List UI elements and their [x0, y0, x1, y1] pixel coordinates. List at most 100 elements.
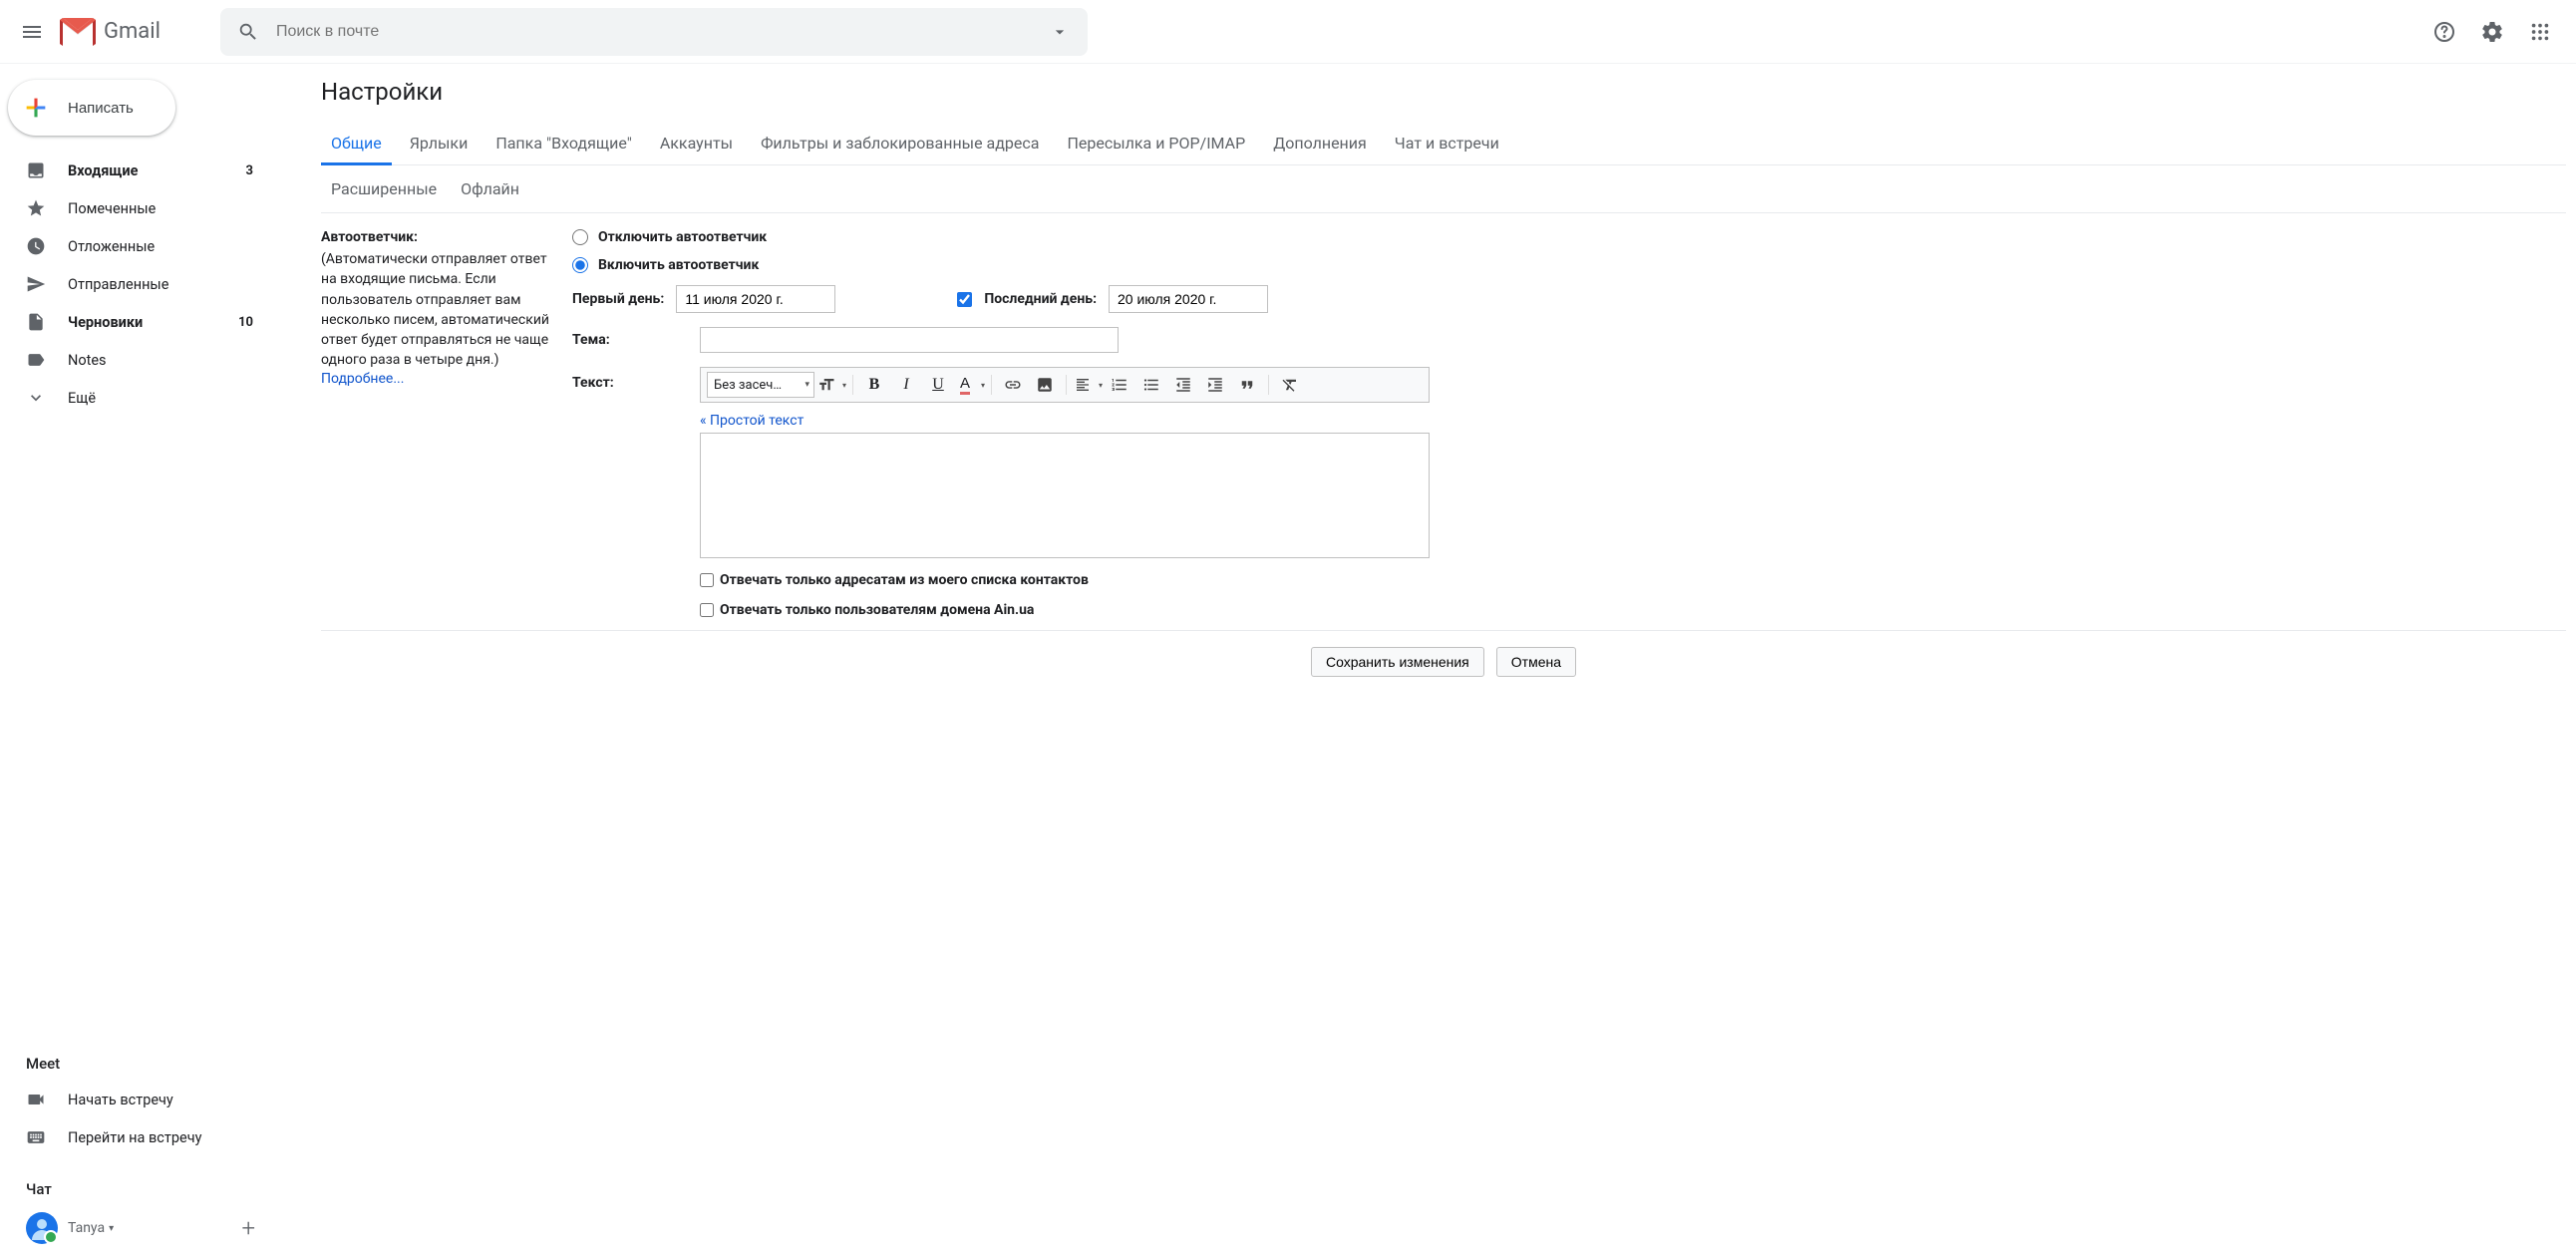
nav-label: Черновики — [68, 314, 143, 331]
sidebar-item-starred[interactable]: Помеченные — [0, 189, 279, 227]
apps-button[interactable] — [2520, 12, 2560, 52]
sidebar-item-drafts[interactable]: Черновики 10 — [0, 303, 279, 341]
font-select[interactable]: Без засеч… — [707, 372, 814, 398]
chat-dropdown-icon[interactable]: ▾ — [109, 1223, 114, 1234]
editor-col: Без засеч… B I U A — [700, 367, 1430, 558]
last-day-label: Последний день: — [984, 291, 1097, 307]
nav-list: Входящие 3 Помеченные Отложенные Отправл… — [0, 152, 295, 417]
tab-inbox[interactable]: Папка "Входящие" — [485, 124, 642, 164]
compose-button[interactable]: Написать — [8, 80, 175, 136]
radio-on[interactable] — [572, 257, 588, 273]
nav-label: Помеченные — [68, 200, 156, 217]
search-button[interactable] — [228, 12, 268, 52]
tab-addons[interactable]: Дополнения — [1263, 124, 1377, 164]
numbered-list-button[interactable] — [1105, 371, 1134, 399]
editor-textarea[interactable] — [700, 433, 1430, 558]
radio-on-row: Включить автоответчик — [572, 257, 2566, 273]
meet-start[interactable]: Начать встречу — [0, 1081, 279, 1118]
search-options-button[interactable] — [1040, 12, 1080, 52]
tab-offline[interactable]: Офлайн — [461, 179, 519, 198]
tab-labels[interactable]: Ярлыки — [400, 124, 479, 164]
domain-only-row: Отвечать только пользователям домена Ain… — [700, 602, 2566, 618]
plain-text-link[interactable]: « Простой текст — [700, 413, 804, 429]
plus-icon — [22, 94, 50, 122]
help-button[interactable] — [2424, 12, 2464, 52]
cancel-button[interactable]: Отмена — [1496, 647, 1576, 677]
compose-label: Написать — [68, 100, 134, 117]
bullet-list-icon — [1142, 376, 1160, 394]
caret-down-icon — [1050, 22, 1070, 42]
contacts-only-label: Отвечать только адресатам из моего списк… — [720, 572, 1089, 588]
image-icon — [1036, 376, 1054, 394]
hamburger-icon — [20, 20, 44, 44]
menu-button[interactable] — [8, 8, 56, 56]
radio-off-row: Отключить автоответчик — [572, 229, 2566, 245]
chat-add-button[interactable]: + — [241, 1214, 255, 1242]
app-name: Gmail — [104, 19, 161, 44]
sidebar-item-inbox[interactable]: Входящие 3 — [0, 152, 279, 189]
radio-off[interactable] — [572, 229, 588, 245]
sidebar-item-snoozed[interactable]: Отложенные — [0, 227, 279, 265]
indent-less-icon — [1174, 376, 1192, 394]
radio-on-label: Включить автоответчик — [598, 257, 759, 273]
first-day-label: Первый день: — [572, 291, 664, 307]
font-size-button[interactable] — [816, 371, 846, 399]
subject-input[interactable] — [700, 327, 1119, 353]
clock-icon — [26, 236, 46, 256]
text-row: Текст: Без засеч… B I U A — [572, 367, 2566, 558]
image-button[interactable] — [1030, 371, 1060, 399]
quote-icon — [1238, 376, 1256, 394]
indent-more-button[interactable] — [1200, 371, 1230, 399]
tab-chat[interactable]: Чат и встречи — [1385, 124, 1509, 164]
header-actions — [2424, 12, 2568, 52]
tab-filters[interactable]: Фильтры и заблокированные адреса — [751, 124, 1049, 164]
link-button[interactable] — [998, 371, 1028, 399]
italic-button[interactable]: I — [891, 371, 921, 399]
sidebar-item-sent[interactable]: Отправленные — [0, 265, 279, 303]
nav-label: Перейти на встречу — [68, 1129, 201, 1146]
page-title: Настройки — [321, 78, 2566, 106]
tab-accounts[interactable]: Аккаунты — [650, 124, 743, 164]
autoresponder-title: Автоответчик: — [321, 229, 560, 245]
keyboard-icon — [26, 1127, 46, 1147]
logo[interactable]: Gmail — [60, 18, 161, 46]
save-button[interactable]: Сохранить изменения — [1311, 647, 1484, 677]
settings-tabs-row2: Расширенные Офлайн — [321, 165, 2566, 213]
clear-format-button[interactable] — [1275, 371, 1305, 399]
learn-more-link[interactable]: Подробнее... — [321, 371, 404, 387]
align-button[interactable] — [1073, 371, 1103, 399]
chat-user-name: Tanya — [68, 1220, 105, 1236]
align-icon — [1075, 377, 1091, 393]
last-day-input[interactable] — [1109, 285, 1268, 313]
setting-content-col: Отключить автоответчик Включить автоотве… — [572, 229, 2566, 618]
bold-button[interactable]: B — [859, 371, 889, 399]
chat-section: Чат Tanya ▾ + — [0, 1164, 295, 1258]
tab-advanced[interactable]: Расширенные — [331, 179, 437, 198]
nav-label: Отложенные — [68, 238, 155, 255]
tab-general[interactable]: Общие — [321, 124, 392, 165]
settings-button[interactable] — [2472, 12, 2512, 52]
meet-section: Meet Начать встречу Перейти на встречу — [0, 1039, 295, 1164]
date-row: Первый день: Последний день: — [572, 285, 2566, 313]
nav-label: Ещё — [68, 390, 96, 407]
chat-user-row[interactable]: Tanya ▾ + — [0, 1206, 295, 1250]
text-color-button[interactable]: A — [955, 371, 985, 399]
subject-row: Тема: — [572, 327, 2566, 353]
indent-less-button[interactable] — [1168, 371, 1198, 399]
first-day-input[interactable] — [676, 285, 835, 313]
tab-forwarding[interactable]: Пересылка и POP/IMAP — [1057, 124, 1255, 164]
quote-button[interactable] — [1232, 371, 1262, 399]
search-input[interactable] — [268, 23, 1040, 41]
sidebar-item-more[interactable]: Ещё — [0, 379, 279, 417]
sidebar-item-notes[interactable]: Notes — [0, 341, 279, 379]
domain-only-checkbox[interactable] — [700, 603, 714, 617]
gear-icon — [2480, 20, 2504, 44]
last-day-checkbox[interactable] — [957, 292, 972, 307]
search-icon — [237, 21, 259, 43]
underline-button[interactable]: U — [923, 371, 953, 399]
contacts-only-checkbox[interactable] — [700, 573, 714, 587]
bullet-list-button[interactable] — [1136, 371, 1166, 399]
meet-join[interactable]: Перейти на встречу — [0, 1118, 279, 1156]
apps-grid-icon — [2529, 21, 2551, 43]
header: Gmail — [0, 0, 2576, 64]
